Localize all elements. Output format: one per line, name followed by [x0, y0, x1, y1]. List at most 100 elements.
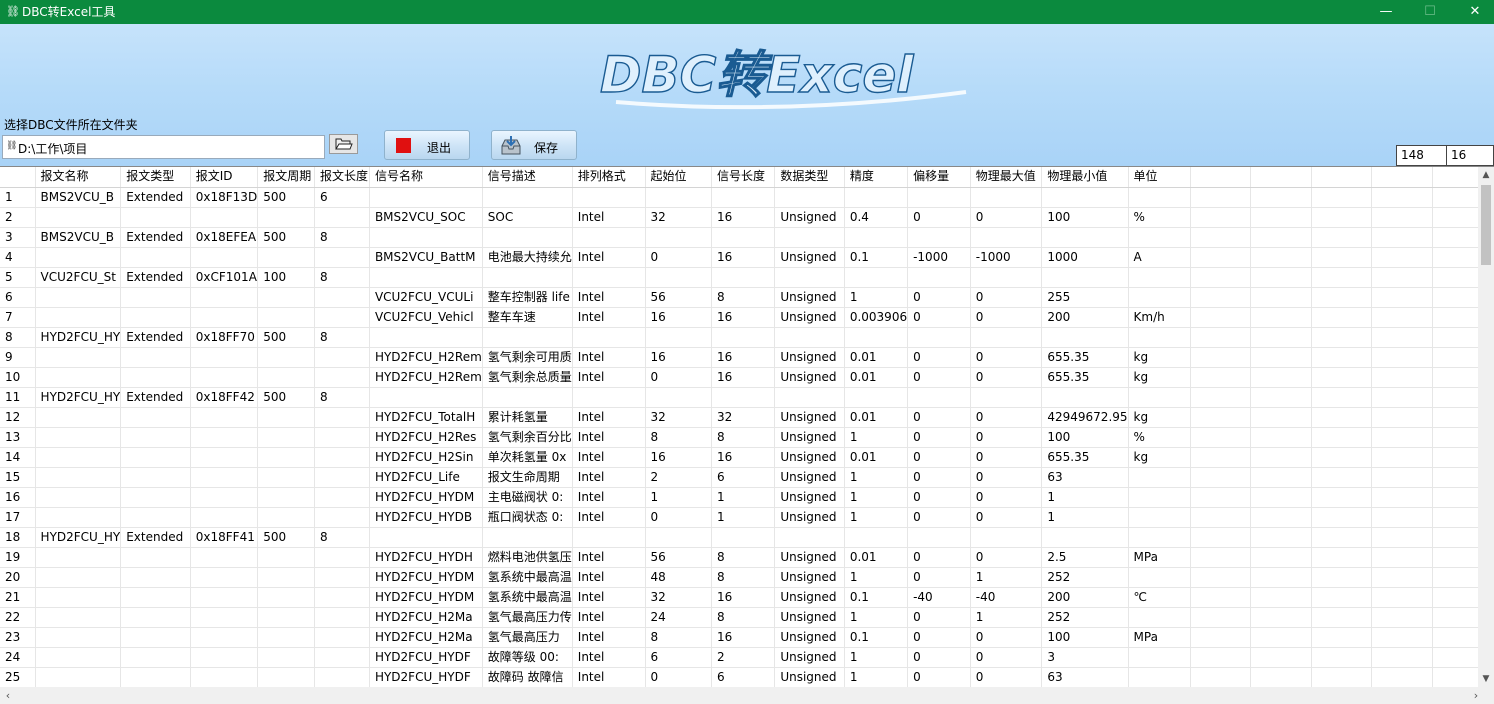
table-cell[interactable]	[314, 207, 370, 228]
table-cell[interactable]: 42949672.95	[1041, 407, 1129, 428]
table-cell[interactable]: 0xCF101A	[190, 267, 259, 288]
table-cell[interactable]: 0	[645, 667, 712, 688]
table-cell[interactable]	[572, 187, 646, 208]
table-cell[interactable]: 32	[645, 587, 712, 608]
table-cell[interactable]: 1000	[1041, 247, 1129, 268]
table-row[interactable]: 2 BMS2VCU_SOC SOC Intel 32 16 Unsigned 0.4 0 0 100…	[0, 207, 1494, 228]
table-cell[interactable]	[35, 307, 122, 328]
table-cell[interactable]	[1128, 287, 1191, 308]
table-cell[interactable]	[711, 387, 776, 408]
table-cell[interactable]	[120, 287, 191, 308]
table-cell[interactable]: 0	[907, 307, 971, 328]
table-cell[interactable]: 63	[1041, 467, 1129, 488]
table-cell[interactable]: Intel	[572, 667, 646, 688]
table-cell[interactable]	[257, 407, 315, 428]
table-cell[interactable]: SOC	[482, 207, 573, 228]
table-cell[interactable]	[1190, 367, 1252, 388]
table-cell[interactable]	[314, 647, 370, 668]
table-cell[interactable]	[844, 267, 909, 288]
table-cell[interactable]	[1128, 487, 1191, 508]
column-header[interactable]: 报文名称	[35, 167, 122, 188]
table-cell[interactable]	[257, 347, 315, 368]
table-cell[interactable]	[1250, 627, 1312, 648]
table-cell[interactable]: 8	[314, 227, 370, 248]
table-cell[interactable]: -40	[970, 587, 1043, 608]
table-cell[interactable]	[369, 267, 483, 288]
table-cell[interactable]: 6	[711, 667, 776, 688]
table-cell[interactable]	[1250, 647, 1312, 668]
table-cell[interactable]	[35, 287, 122, 308]
table-cell[interactable]: Unsigned	[774, 667, 845, 688]
table-cell[interactable]	[314, 607, 370, 628]
table-cell[interactable]	[1041, 187, 1129, 208]
save-button[interactable]: 保存	[491, 130, 577, 160]
table-cell[interactable]	[844, 227, 909, 248]
table-cell[interactable]: 故障等级 00:	[482, 647, 573, 668]
table-cell[interactable]	[120, 407, 191, 428]
table-row[interactable]: 17 HYD2FCU_HYDB 瓶口阀状态 0: Intel 0 1 Unsigned 1 0 0…	[0, 507, 1494, 528]
table-cell[interactable]: Km/h	[1128, 307, 1191, 328]
table-cell[interactable]: 累计耗氢量	[482, 407, 573, 428]
table-cell[interactable]: 6	[314, 187, 370, 208]
table-cell[interactable]	[572, 227, 646, 248]
table-cell[interactable]	[1371, 507, 1433, 528]
table-cell[interactable]	[257, 647, 315, 668]
table-cell[interactable]	[1250, 507, 1312, 528]
table-cell[interactable]: 0	[970, 647, 1043, 668]
table-cell[interactable]	[1311, 487, 1373, 508]
table-cell[interactable]	[1190, 287, 1252, 308]
table-row[interactable]: 11 HYD2FCU_HY Extended 0x18FF42 500 8	[0, 387, 1494, 408]
table-cell[interactable]: 0.4	[844, 207, 909, 228]
table-cell[interactable]	[120, 587, 191, 608]
table-cell[interactable]	[907, 187, 971, 208]
table-cell[interactable]	[1371, 387, 1433, 408]
table-cell[interactable]: 0	[970, 467, 1043, 488]
table-cell[interactable]	[190, 447, 259, 468]
table-cell[interactable]: 0	[907, 627, 971, 648]
column-header[interactable]: 精度	[844, 167, 909, 188]
table-cell[interactable]	[1128, 667, 1191, 688]
table-cell[interactable]	[907, 527, 971, 548]
table-cell[interactable]	[314, 307, 370, 328]
table-cell[interactable]: 1	[711, 507, 776, 528]
table-cell[interactable]	[1128, 467, 1191, 488]
table-cell[interactable]: 8	[314, 327, 370, 348]
table-cell[interactable]: kg	[1128, 447, 1191, 468]
table-cell[interactable]: 0	[970, 547, 1043, 568]
table-cell[interactable]	[35, 627, 122, 648]
table-cell[interactable]	[1250, 207, 1312, 228]
table-cell[interactable]: 0x18EFEA	[190, 227, 259, 248]
table-cell[interactable]	[482, 387, 573, 408]
column-header[interactable]: 数据类型	[774, 167, 845, 188]
table-cell[interactable]	[1190, 327, 1252, 348]
table-row[interactable]: 13 HYD2FCU_H2Res 氢气剩余百分比 Intel 8 8 Unsigned 1 0 0…	[0, 427, 1494, 448]
table-cell[interactable]	[1371, 187, 1433, 208]
table-cell[interactable]	[1190, 267, 1252, 288]
table-cell[interactable]: 0	[970, 427, 1043, 448]
table-cell[interactable]	[257, 567, 315, 588]
table-cell[interactable]: Unsigned	[774, 547, 845, 568]
table-cell[interactable]	[1311, 367, 1373, 388]
table-cell[interactable]	[1311, 607, 1373, 628]
table-cell[interactable]: Intel	[572, 587, 646, 608]
table-cell[interactable]: 6	[645, 647, 712, 668]
table-cell[interactable]	[1311, 667, 1373, 688]
table-cell[interactable]	[190, 647, 259, 668]
table-cell[interactable]	[35, 507, 122, 528]
table-cell[interactable]	[257, 507, 315, 528]
table-cell[interactable]: 500	[257, 327, 315, 348]
table-cell[interactable]: 48	[645, 567, 712, 588]
table-cell[interactable]: kg	[1128, 407, 1191, 428]
table-cell[interactable]: 0	[970, 627, 1043, 648]
table-cell[interactable]	[120, 207, 191, 228]
table-cell[interactable]: HYD2FCU_HYDH	[369, 547, 483, 568]
table-cell[interactable]: Unsigned	[774, 647, 845, 668]
table-cell[interactable]	[190, 547, 259, 568]
table-cell[interactable]: 8	[645, 427, 712, 448]
table-cell[interactable]	[844, 327, 909, 348]
table-cell[interactable]	[120, 487, 191, 508]
table-cell[interactable]	[1371, 307, 1433, 328]
table-cell[interactable]: 0	[907, 367, 971, 388]
table-cell[interactable]	[1311, 267, 1373, 288]
table-cell[interactable]: 100	[257, 267, 315, 288]
